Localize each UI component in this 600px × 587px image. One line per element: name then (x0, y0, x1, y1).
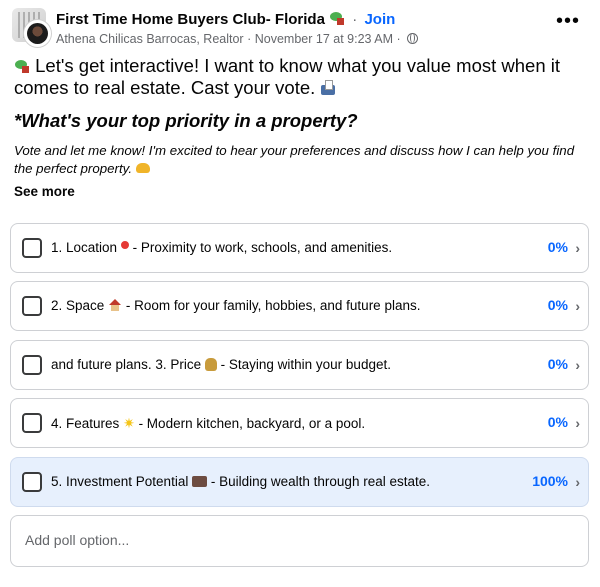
house-tree-icon (329, 12, 345, 26)
option-title: 2. Space (51, 298, 105, 313)
poll-option-label: and future plans. 3. Price - Staying wit… (51, 357, 391, 372)
option-detail: - Staying within your budget. (220, 357, 391, 372)
poll-option-3[interactable]: and future plans. 3. Price - Staying wit… (10, 340, 589, 390)
poll-option-label: 1. Location - Proximity to work, schools… (51, 240, 392, 255)
poll-checkbox[interactable] (22, 296, 42, 316)
join-button[interactable]: Join (364, 11, 395, 28)
see-more-link[interactable]: See more (14, 184, 75, 199)
handshake-icon (135, 163, 150, 173)
briefcase-icon (192, 476, 208, 487)
post-meta: Athena Chilicas Barrocas, Realtor · Nove… (56, 32, 419, 46)
globe-icon (407, 33, 419, 44)
group-title-line: First Time Home Buyers Club- Florida · J… (56, 11, 395, 28)
option-title: 1. Location (51, 240, 118, 255)
poll-option-4[interactable]: 4. Features ✷ - Modern kitchen, backyard… (10, 398, 589, 448)
poll-checkbox[interactable] (22, 355, 42, 375)
poll-checkbox[interactable] (22, 472, 42, 492)
poll-percent[interactable]: 0% (548, 297, 568, 313)
poll-option-label: 5. Investment Potential - Building wealt… (51, 474, 430, 489)
poll-percent[interactable]: 0% (548, 239, 568, 255)
poll-option-label: 2. Space - Room for your family, hobbies… (51, 298, 420, 313)
poll-percent[interactable]: 0% (548, 356, 568, 372)
separator: · (352, 11, 358, 28)
chevron-right-icon[interactable]: › (575, 298, 580, 314)
money-bag-icon (204, 358, 217, 371)
meta-separator-2: · (396, 32, 401, 46)
chevron-right-icon[interactable]: › (575, 415, 580, 431)
poll-option-1[interactable]: 1. Location - Proximity to work, schools… (10, 223, 589, 273)
option-detail: - Building wealth through real estate. (210, 474, 430, 489)
description-text: Vote and let me know! I'm excited to hea… (14, 143, 575, 176)
more-options-button[interactable]: ••• (556, 11, 580, 31)
post-intro: Let's get interactive! I want to know wh… (14, 55, 574, 99)
chevron-right-icon[interactable]: › (575, 474, 580, 490)
chevron-right-icon[interactable]: › (575, 240, 580, 256)
intro-text: Let's get interactive! I want to know wh… (14, 55, 561, 98)
option-title: and future plans. 3. Price (51, 357, 202, 372)
poll-option-2[interactable]: 2. Space - Room for your family, hobbies… (10, 281, 589, 331)
post-description: Vote and let me know! I'm excited to hea… (14, 142, 584, 178)
poll-checkbox[interactable] (22, 238, 42, 258)
poll-checkbox[interactable] (22, 413, 42, 433)
timestamp-link[interactable]: November 17 at 9:23 AM (255, 32, 393, 46)
poll-percent[interactable]: 100% (532, 473, 568, 489)
option-title: 4. Features (51, 416, 120, 431)
poll-percent[interactable]: 0% (548, 414, 568, 430)
option-title: 5. Investment Potential (51, 474, 189, 489)
avatar-stack[interactable] (12, 8, 52, 48)
poll-option-label: 4. Features ✷ - Modern kitchen, backyard… (51, 415, 365, 432)
meta-separator: · (247, 32, 252, 46)
house-icon (108, 299, 122, 311)
poll-question: *What's your top priority in a property? (14, 110, 358, 131)
option-detail: - Proximity to work, schools, and amenit… (132, 240, 393, 255)
sparkle-icon: ✷ (123, 415, 135, 431)
pin-icon (120, 241, 129, 249)
add-poll-option[interactable] (10, 515, 589, 567)
group-name-link[interactable]: First Time Home Buyers Club- Florida (56, 11, 325, 28)
ballot-box-icon (320, 80, 336, 96)
add-poll-option-input[interactable] (25, 532, 565, 548)
option-detail: - Modern kitchen, backyard, or a pool. (138, 416, 366, 431)
author-name-link[interactable]: Athena Chilicas Barrocas, Realtor (56, 32, 244, 46)
post-header: First Time Home Buyers Club- Florida · J… (12, 8, 588, 52)
author-avatar[interactable] (24, 20, 51, 47)
poll-option-5[interactable]: 5. Investment Potential - Building wealt… (10, 457, 589, 507)
chevron-right-icon[interactable]: › (575, 357, 580, 373)
house-tree-icon (14, 60, 30, 74)
option-detail: - Room for your family, hobbies, and fut… (125, 298, 421, 313)
